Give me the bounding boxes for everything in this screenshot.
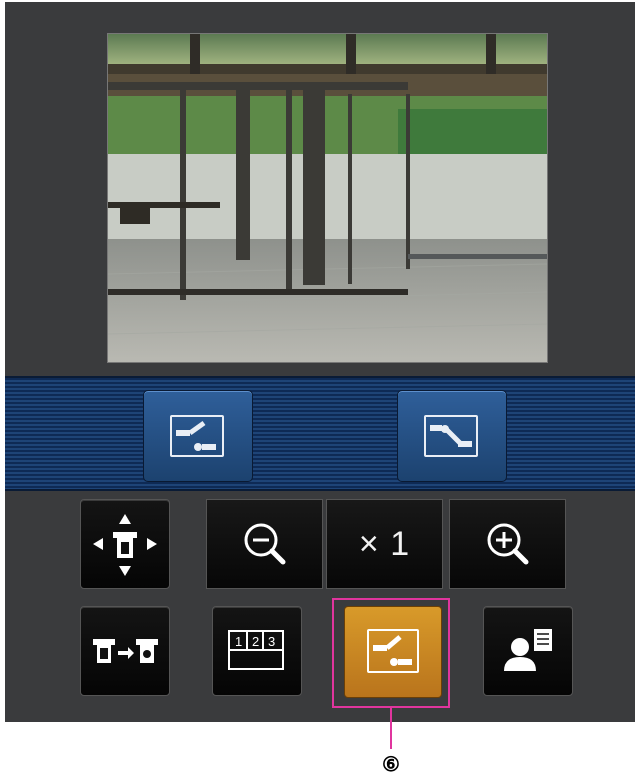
camera-viewer-panel: × 1 1 2 3: [5, 2, 635, 722]
multi-screen-button[interactable]: 1 2 3: [212, 606, 302, 696]
preset-camera-icon: [170, 415, 224, 457]
preset-position-button[interactable]: [143, 390, 253, 482]
camera-switch-icon: [93, 639, 158, 663]
zoom-out-button[interactable]: [206, 499, 323, 589]
pan-tilt-button[interactable]: [80, 499, 170, 589]
pan-tilt-joystick-icon: [93, 514, 157, 576]
home-position-icon: [424, 415, 478, 457]
zoom-level-display[interactable]: × 1: [326, 499, 443, 589]
multi-screen-icon: 1 2 3: [228, 630, 284, 670]
svg-text:3: 3: [268, 634, 275, 649]
camera-scene: [108, 34, 547, 362]
svg-text:2: 2: [252, 634, 259, 649]
zoom-in-icon: [487, 523, 529, 565]
callout-number: ⑥: [382, 754, 400, 776]
callout-leader-line: [390, 708, 392, 749]
preset-control-strip: [5, 376, 635, 491]
zoom-out-icon: [244, 523, 286, 565]
home-position-button[interactable]: [397, 390, 507, 482]
svg-text:1: 1: [235, 634, 242, 649]
user-list-button[interactable]: [483, 606, 573, 696]
callout-highlight-box: [332, 598, 450, 708]
zoom-in-button[interactable]: [449, 499, 566, 589]
zoom-level-label: × 1: [358, 524, 411, 563]
user-list-icon: [504, 629, 552, 671]
live-camera-image: [107, 33, 548, 363]
camera-switch-button[interactable]: [80, 606, 170, 696]
